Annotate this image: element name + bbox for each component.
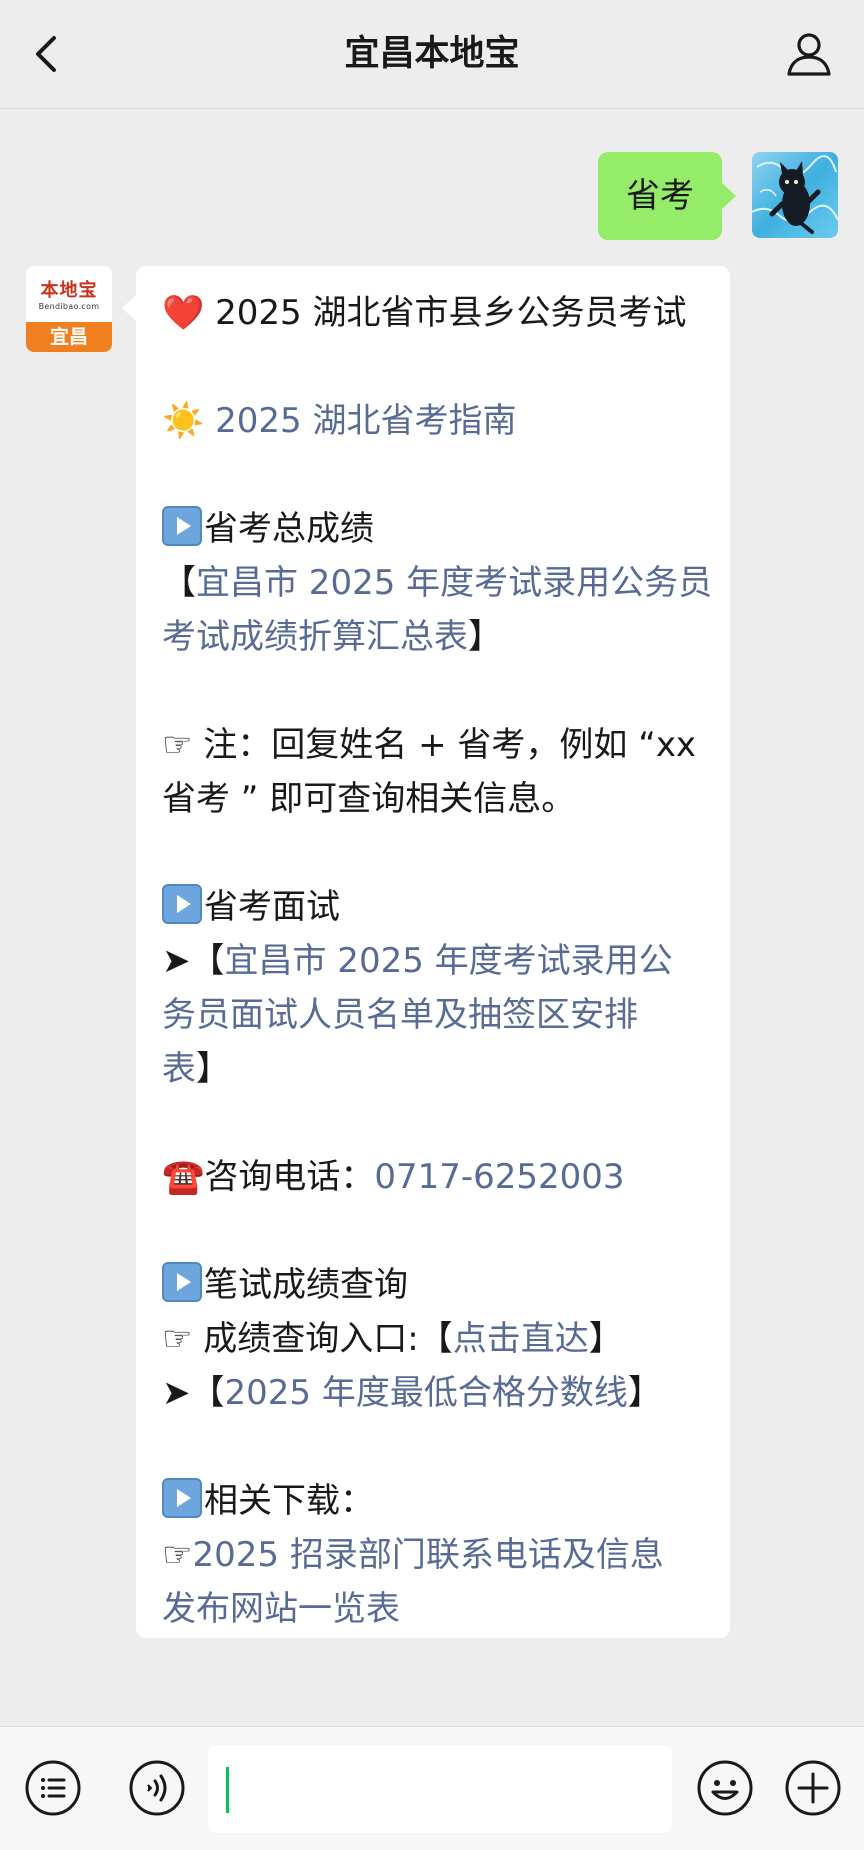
- section-total-score-title: 省考总成绩: [162, 502, 710, 556]
- more-button[interactable]: [784, 1759, 842, 1817]
- my-message-text: 省考: [626, 176, 694, 216]
- download-link[interactable]: ☞2025 招录部门联系电话及信息: [162, 1528, 710, 1582]
- voice-icon: [129, 1760, 185, 1816]
- total-score-link-cont[interactable]: 考试成绩折算汇总表】: [162, 610, 710, 664]
- score-query-entry[interactable]: ☞ 成绩查询入口:【点击直达】: [162, 1312, 710, 1366]
- play-button-icon: [162, 1262, 202, 1302]
- play-button-icon: [162, 1478, 202, 1518]
- voice-button[interactable]: [128, 1759, 186, 1817]
- play-button-icon: [162, 884, 202, 924]
- text-cursor: [226, 1767, 229, 1813]
- phone-number: 0717-6252003: [374, 1157, 625, 1197]
- menu-button[interactable]: [24, 1759, 82, 1817]
- logo-city-label: 宜昌: [26, 322, 112, 352]
- page-title: 宜昌本地宝: [344, 34, 520, 74]
- section-downloads-title: 相关下载：: [162, 1474, 710, 1528]
- play-button-icon: [162, 506, 202, 546]
- min-score-link[interactable]: ➤【2025 年度最低合格分数线】: [162, 1366, 710, 1420]
- emoji-button[interactable]: [696, 1759, 754, 1817]
- my-avatar[interactable]: [752, 152, 838, 238]
- my-message-bubble[interactable]: 省考: [598, 152, 736, 240]
- person-icon: [787, 33, 831, 76]
- emoji-icon: [697, 1760, 753, 1816]
- bot-message-bubble: ❤️ 2025 湖北省市县乡公务员考试 ☀️ 2025 湖北省考指南 省考总成绩…: [122, 266, 730, 1638]
- guide-link[interactable]: ☀️ 2025 湖北省考指南: [162, 394, 710, 448]
- bottom-input-bar: [0, 1726, 864, 1850]
- telephone-icon: ☎️: [162, 1157, 205, 1197]
- plus-icon: [785, 1760, 841, 1816]
- message-headline: ❤️ 2025 湖北省市县乡公务员考试: [162, 293, 687, 333]
- heart-icon: ❤️: [162, 293, 205, 333]
- sun-icon: ☀️: [162, 401, 205, 441]
- message-input[interactable]: [208, 1745, 672, 1833]
- profile-button[interactable]: [784, 28, 834, 78]
- interview-list-link[interactable]: ➤【宜昌市 2025 年度考试录用公: [162, 934, 710, 988]
- interview-list-link-end[interactable]: 表】: [162, 1042, 710, 1096]
- bendibao-logo: 本地宝 Bendibao.com: [26, 266, 112, 318]
- direct-access-link: 点击直达: [452, 1319, 589, 1359]
- note-text-cont: 省考 ” 即可查询相关信息。: [162, 779, 576, 819]
- header-bar: 宜昌本地宝: [0, 0, 864, 109]
- section-written-score-title: 笔试成绩查询: [162, 1258, 710, 1312]
- hotline[interactable]: ☎️咨询电话：0717-6252003: [162, 1150, 710, 1204]
- section-interview-title: 省考面试: [162, 880, 710, 934]
- note-text: ☞ 注：回复姓名 + 省考，例如 “xx: [162, 725, 697, 765]
- download-link-cont[interactable]: 发布网站一览表: [162, 1582, 710, 1636]
- official-account-avatar[interactable]: 本地宝 Bendibao.com 宜昌: [26, 266, 112, 352]
- total-score-link[interactable]: 【宜昌市 2025 年度考试录用公务员: [162, 556, 712, 610]
- list-menu-icon: [25, 1760, 81, 1816]
- cat-avatar-image: [752, 152, 838, 238]
- interview-list-link-cont[interactable]: 务员面试人员名单及抽签区安排: [162, 988, 710, 1042]
